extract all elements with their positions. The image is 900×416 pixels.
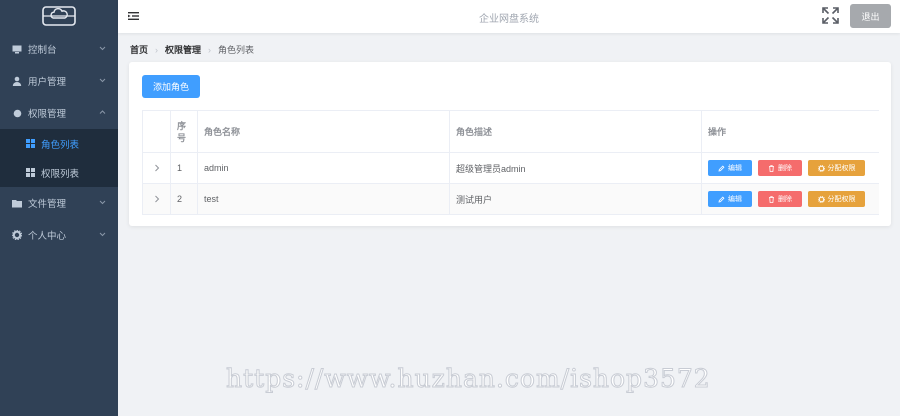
- header-ops: 操作: [708, 127, 727, 137]
- assign-permission-button[interactable]: 分配权限: [808, 160, 865, 176]
- edit-icon: [718, 165, 725, 172]
- assign-permission-button[interactable]: 分配权限: [808, 191, 865, 207]
- header-name: 角色名称: [198, 111, 450, 152]
- lock-icon: [12, 108, 22, 118]
- chevron-right-icon[interactable]: [154, 195, 160, 203]
- row-index: 1: [171, 153, 198, 183]
- gear-icon: [817, 164, 825, 172]
- sidebar-subitem-label: 权限列表: [41, 168, 80, 180]
- edit-icon: [718, 196, 725, 203]
- row-role-desc: 超级管理员admin: [450, 153, 702, 183]
- fullscreen-icon[interactable]: [822, 7, 839, 24]
- delete-label: 删除: [778, 196, 792, 203]
- add-role-button[interactable]: 添加角色: [142, 75, 200, 98]
- gear-icon: [12, 230, 22, 240]
- delete-label: 删除: [778, 165, 792, 172]
- app-title: 企业网盘系统: [479, 14, 539, 25]
- delete-button[interactable]: 删除: [758, 191, 802, 207]
- chevron-down-icon: [99, 232, 106, 237]
- navbar: 企业网盘系统 退出: [118, 0, 900, 33]
- user-icon: [12, 76, 22, 86]
- edit-label: 编辑: [728, 196, 742, 203]
- logout-button[interactable]: 退出: [850, 4, 891, 28]
- row-role-name: test: [198, 184, 450, 214]
- breadcrumb-current: 角色列表: [218, 45, 255, 55]
- monitor-icon: [12, 44, 22, 54]
- sidebar-item-profile[interactable]: 个人中心: [0, 219, 118, 251]
- assign-permission-label: 分配权限: [827, 196, 856, 203]
- breadcrumb-separator: ›: [155, 44, 159, 55]
- row-index: 2: [171, 184, 198, 214]
- main-content: 企业网盘系统 退出 首页 › 权限管理 › 角色列表 添加角色 序号 角色名称: [118, 0, 900, 416]
- chevron-up-icon: [99, 110, 106, 114]
- row-ops: 编辑 删除 分配权限: [702, 153, 879, 183]
- folder-icon: [12, 198, 22, 208]
- row-role-desc: 测试用户: [450, 184, 702, 214]
- breadcrumb: 首页 › 权限管理 › 角色列表: [130, 43, 254, 56]
- role-list-card: 添加角色 序号 角色名称 角色描述 操作 1 admin 超级管理员admin: [129, 62, 891, 226]
- table-row: 1 admin 超级管理员admin 编辑 删除 分配权限: [143, 153, 879, 184]
- sidebar-item-label: 权限管理: [28, 109, 67, 120]
- sidebar-item-files[interactable]: 文件管理: [0, 187, 118, 219]
- breadcrumb-home[interactable]: 首页: [130, 43, 148, 56]
- chevron-right-icon[interactable]: [154, 164, 160, 172]
- breadcrumb-separator: ›: [208, 44, 212, 55]
- trash-icon: [769, 195, 774, 203]
- row-ops: 编辑 删除 分配权限: [702, 184, 879, 214]
- watermark: https://www.huzhan.com/ishop3572: [226, 364, 711, 394]
- grid-icon: [26, 139, 35, 148]
- trash-icon: [769, 164, 774, 172]
- header-index: 序号: [171, 111, 198, 152]
- header-desc: 角色描述: [450, 111, 702, 152]
- row-role-name: admin: [198, 153, 450, 183]
- role-table: 序号 角色名称 角色描述 操作 1 admin 超级管理员admin 编辑 删除…: [142, 110, 879, 215]
- grid-icon: [26, 168, 35, 177]
- sidebar-item-permissions[interactable]: 权限管理: [0, 97, 118, 129]
- chevron-down-icon: [99, 200, 106, 205]
- table-header: 序号 角色名称 角色描述 操作: [143, 111, 879, 153]
- gear-icon: [817, 195, 825, 203]
- edit-button[interactable]: 编辑: [708, 160, 752, 176]
- breadcrumb-permissions[interactable]: 权限管理: [165, 43, 201, 56]
- sidebar-subitem-permission-list[interactable]: 权限列表: [0, 158, 118, 187]
- edit-label: 编辑: [728, 165, 742, 172]
- expand-cell: [143, 153, 171, 183]
- logo: [0, 0, 118, 32]
- header-expand: [143, 111, 171, 152]
- sidebar-item-users[interactable]: 用户管理: [0, 65, 118, 97]
- chevron-down-icon: [99, 78, 106, 83]
- sidebar-subitem-label: 角色列表: [41, 139, 80, 151]
- assign-permission-label: 分配权限: [827, 165, 856, 172]
- header-index-label: 序号: [177, 120, 187, 143]
- delete-button[interactable]: 删除: [758, 160, 802, 176]
- sidebar-item-label: 个人中心: [28, 231, 67, 242]
- cloud-drive-icon: [42, 6, 76, 26]
- table-row: 2 test 测试用户 编辑 删除 分配权限: [143, 184, 879, 215]
- edit-button[interactable]: 编辑: [708, 191, 752, 207]
- sidebar-item-dashboard[interactable]: 控制台: [0, 33, 118, 65]
- sidebar-item-label: 文件管理: [28, 199, 67, 210]
- expand-cell: [143, 184, 171, 214]
- sidebar-item-label: 用户管理: [28, 77, 67, 88]
- sidebar-subitem-role-list[interactable]: 角色列表: [0, 129, 118, 158]
- sidebar-item-label: 控制台: [28, 45, 57, 56]
- sidebar: 控制台 用户管理 权限管理 角色列表 权限列表 文件管理 个人中心: [0, 0, 118, 416]
- chevron-down-icon: [99, 46, 106, 51]
